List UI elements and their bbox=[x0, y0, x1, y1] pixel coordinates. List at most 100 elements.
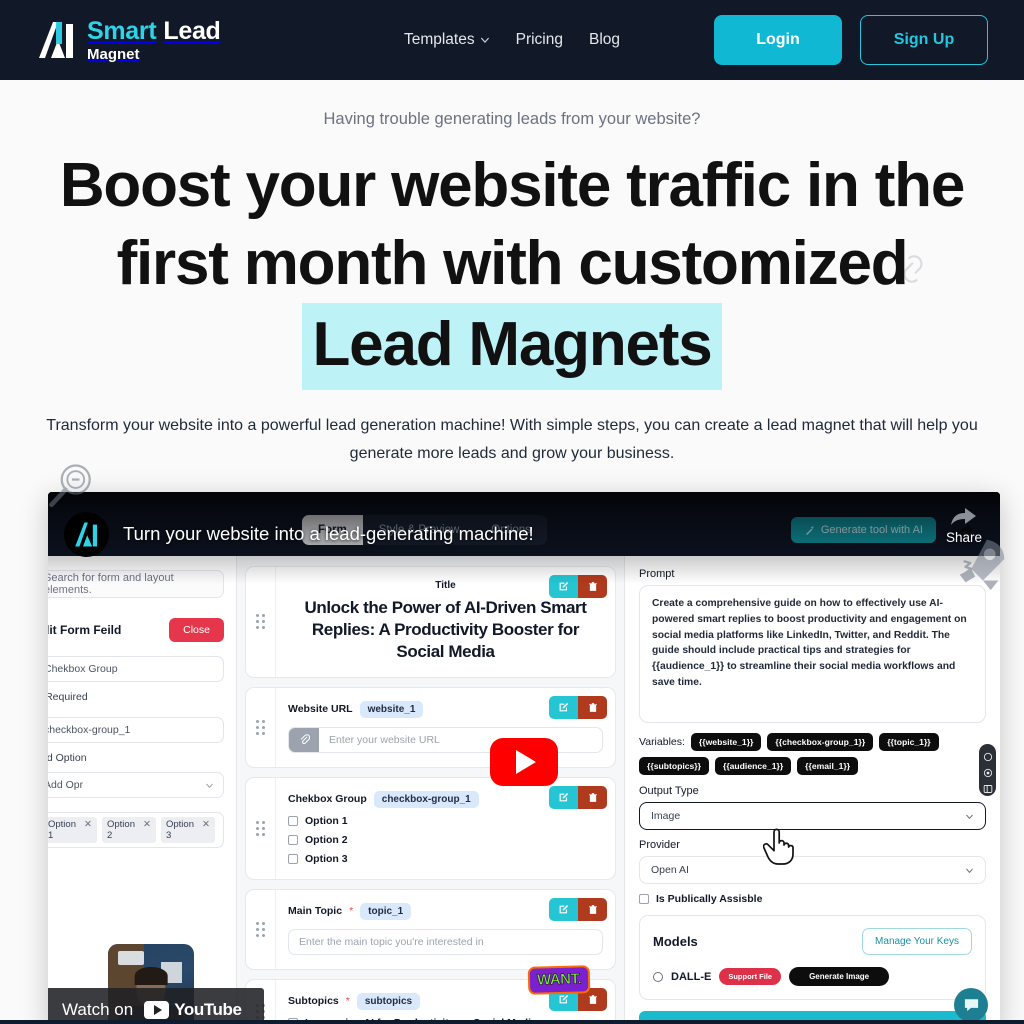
edit-icon[interactable] bbox=[549, 575, 578, 599]
field-key-pill: website_1 bbox=[359, 700, 424, 718]
checkbox-option[interactable]: Option 2 bbox=[288, 834, 603, 846]
delete-icon[interactable] bbox=[578, 785, 607, 809]
brand-top-line: Smart Lead bbox=[87, 18, 221, 44]
tag-chip[interactable]: Option 1 ✕ bbox=[48, 817, 97, 844]
nav-item-pricing[interactable]: Pricing bbox=[516, 31, 563, 49]
close-button[interactable]: Close bbox=[169, 618, 224, 643]
comment-icon[interactable] bbox=[983, 749, 993, 762]
pencil-square-icon bbox=[559, 904, 569, 914]
tag-remove-icon[interactable]: ✕ bbox=[143, 819, 151, 841]
variable-chip[interactable]: {{topic_1}} bbox=[879, 733, 939, 752]
eye-icon[interactable] bbox=[983, 765, 993, 778]
variables-label: Variables: bbox=[639, 736, 685, 749]
variable-chip[interactable]: {{subtopics}} bbox=[639, 757, 709, 776]
field-label: Website URL bbox=[288, 703, 353, 716]
nav-item-templates[interactable]: Templates bbox=[404, 31, 490, 49]
trash-icon bbox=[588, 702, 597, 712]
login-button[interactable]: Login bbox=[714, 15, 842, 65]
delete-icon[interactable] bbox=[578, 897, 607, 921]
drag-handle[interactable] bbox=[246, 889, 276, 969]
checkbox-icon[interactable] bbox=[288, 853, 298, 864]
layout-glyph bbox=[983, 785, 992, 794]
card-actions bbox=[549, 575, 607, 599]
site-header: Smart Lead Magnet Templates Pricing Blog … bbox=[0, 0, 1024, 80]
tag-remove-icon[interactable]: ✕ bbox=[202, 819, 210, 841]
headline-line-2: first month with customized bbox=[116, 229, 909, 299]
output-type-value: Image bbox=[651, 810, 681, 823]
prompt-textarea[interactable]: Create a comprehensive guide on how to e… bbox=[639, 585, 986, 724]
model-name: DALL-E bbox=[671, 970, 712, 983]
headline-line-1: Boost your website traffic in the bbox=[59, 151, 965, 220]
video-player[interactable]: Form Style & Preview Options Generate to… bbox=[48, 492, 1000, 1024]
is-required-label: Is Required bbox=[48, 691, 88, 704]
form-card-website-url[interactable]: Website URL website_1 Enter your website… bbox=[245, 686, 616, 768]
variable-chip[interactable]: {{checkbox-group_1}} bbox=[767, 733, 874, 752]
edit-icon[interactable] bbox=[549, 695, 578, 719]
chat-bubble-icon bbox=[964, 999, 978, 1012]
magnifier-icon bbox=[49, 464, 91, 508]
checkbox-icon[interactable] bbox=[639, 894, 649, 905]
public-access-checkbox-row[interactable]: Is Publically Assisble bbox=[639, 893, 986, 905]
field-type-input[interactable]: Chekbox Group bbox=[48, 656, 224, 683]
pencil-square-icon bbox=[559, 702, 569, 712]
delete-icon[interactable] bbox=[578, 695, 607, 719]
left-panel-header: Edit Form Feild Close bbox=[48, 618, 224, 643]
video-top-letterbox bbox=[48, 492, 1000, 505]
provider-select[interactable]: Open AI bbox=[639, 856, 986, 885]
pip-ac-unit bbox=[118, 951, 145, 965]
hero-subcopy: Transform your website into a powerful l… bbox=[46, 417, 978, 463]
brand-logo[interactable]: Smart Lead Magnet bbox=[36, 18, 221, 62]
ai-logo-mark-icon bbox=[75, 522, 98, 547]
play-button[interactable] bbox=[490, 738, 558, 787]
edit-icon[interactable] bbox=[549, 785, 578, 809]
provider-value: Open AI bbox=[651, 864, 689, 877]
options-tag-list[interactable]: Option 1 ✕ Option 2 ✕ Option 3 ✕ bbox=[48, 812, 224, 849]
radio-icon[interactable] bbox=[653, 971, 663, 982]
form-card-checkbox-group[interactable]: Chekbox Group checkbox-group_1 Option 1 … bbox=[245, 776, 616, 880]
variable-chip[interactable]: {{website_1}} bbox=[690, 733, 762, 752]
want-sticker-text: WANT. bbox=[536, 970, 582, 989]
video-title: Turn your website into a lead-generating… bbox=[123, 523, 534, 545]
form-card-title[interactable]: Title Unlock the Power of AI-Driven Smar… bbox=[245, 566, 616, 678]
main-topic-input[interactable]: Enter the main topic you're interested i… bbox=[288, 928, 603, 955]
field-name-input[interactable]: checkbox-group_1 bbox=[48, 717, 224, 744]
add-option-select[interactable]: Add Opr bbox=[48, 772, 224, 799]
drag-handle[interactable] bbox=[246, 687, 276, 767]
layout-icon[interactable] bbox=[983, 781, 993, 794]
comment-glyph bbox=[983, 753, 992, 762]
want-sticker: WANT. bbox=[529, 967, 589, 994]
delete-icon[interactable] bbox=[578, 575, 607, 599]
form-card-main-topic[interactable]: Main Topic * topic_1 Enter the main topi… bbox=[245, 888, 616, 970]
tag-chip[interactable]: Option 2 ✕ bbox=[102, 817, 156, 844]
checkbox-icon[interactable] bbox=[288, 834, 298, 845]
checkbox-option[interactable]: Option 3 bbox=[288, 853, 603, 865]
signup-button[interactable]: Sign Up bbox=[860, 15, 988, 65]
brand-text: Smart Lead Magnet bbox=[87, 18, 221, 62]
variable-chip[interactable]: {{email_1}} bbox=[797, 757, 859, 776]
field-label: Subtopics bbox=[288, 995, 339, 1008]
channel-avatar[interactable] bbox=[64, 511, 109, 557]
variable-chip[interactable]: {{audience_1}} bbox=[714, 757, 792, 776]
drag-handle[interactable] bbox=[246, 777, 276, 879]
chevron-down-icon bbox=[966, 814, 973, 819]
output-type-select[interactable]: Image bbox=[639, 802, 986, 831]
checkbox-option[interactable]: Option 1 bbox=[288, 815, 603, 827]
checkbox-icon[interactable] bbox=[288, 815, 298, 826]
drag-handle[interactable] bbox=[246, 567, 276, 677]
eye-glyph bbox=[983, 769, 992, 778]
card-actions bbox=[549, 695, 607, 719]
edit-icon[interactable] bbox=[549, 897, 578, 921]
header-actions: Login Sign Up bbox=[714, 15, 988, 65]
main-topic-placeholder: Enter the main topic you're interested i… bbox=[299, 935, 484, 948]
tag-chip[interactable]: Option 3 ✕ bbox=[161, 817, 215, 844]
tag-remove-icon[interactable]: ✕ bbox=[84, 819, 92, 841]
model-row-dalle[interactable]: DALL-E Support File Generate Image bbox=[653, 967, 972, 987]
youtube-wordmark: YouTube bbox=[174, 1000, 242, 1020]
option-label: Option 2 bbox=[305, 833, 348, 846]
pencil-square-icon bbox=[559, 994, 569, 1004]
element-search-input[interactable]: Search for form and layout elements. bbox=[48, 570, 224, 599]
watch-on-youtube-button[interactable]: Watch on YouTube bbox=[48, 988, 264, 1024]
nav-item-blog[interactable]: Blog bbox=[589, 31, 620, 49]
manage-keys-button[interactable]: Manage Your Keys bbox=[862, 928, 972, 956]
chevron-down-icon bbox=[966, 868, 973, 873]
